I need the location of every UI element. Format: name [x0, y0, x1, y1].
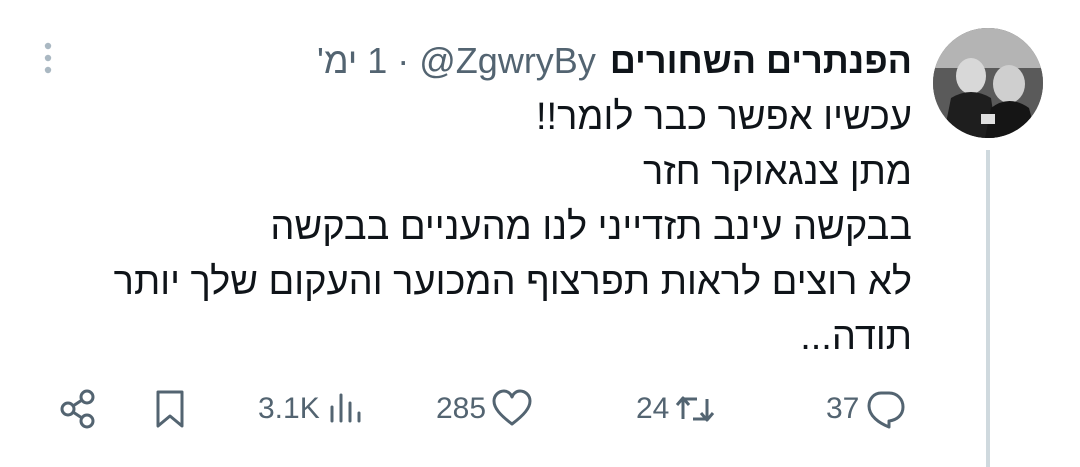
author-name[interactable]: הפנתרים השחורים: [610, 40, 912, 82]
avatar[interactable]: [933, 28, 1043, 138]
timestamp[interactable]: 1 ימ': [317, 40, 387, 82]
bookmark-button[interactable]: [148, 387, 192, 431]
replies-count: 37: [826, 392, 860, 425]
share-icon: [60, 389, 95, 429]
separator-dot: ·: [397, 40, 410, 81]
action-bar: 3.1K 285 24 37: [50, 387, 930, 431]
tweet-header: הפנתרים השחורים @ZgwryBy · 1 ימ': [317, 36, 912, 86]
retweet-button[interactable]: 24: [636, 387, 717, 431]
reply-icon: [867, 391, 905, 429]
tweet-line: תודה...: [800, 316, 912, 358]
tweet-text: עכשיו אפשר כבר לומר!! מתן צנגאוקר חזר בב…: [52, 90, 912, 365]
retweet-icon: [676, 396, 715, 422]
tweet-line: עכשיו אפשר כבר לומר!!: [535, 96, 912, 138]
tweet: הפנתרים השחורים @ZgwryBy · 1 ימ' עכשיו א…: [0, 0, 1080, 467]
avatar-photo: [933, 28, 1043, 138]
reply-button[interactable]: 37: [826, 387, 907, 431]
retweets-count: 24: [636, 392, 670, 425]
views-button[interactable]: 3.1K: [258, 387, 368, 431]
tweet-line: לא רוצים לראות תפרצוף המכוער והעקום שלך …: [113, 261, 912, 303]
tweet-line: בבקשה עינב תזדייני לנו מהעניים בבקשה: [270, 206, 912, 248]
bookmark-icon: [156, 390, 184, 428]
views-count: 3.1K: [258, 392, 320, 425]
share-button[interactable]: [56, 387, 100, 431]
more-button[interactable]: [36, 38, 60, 78]
author-handle[interactable]: @ZgwryBy: [419, 40, 596, 82]
thread-line: [986, 150, 990, 467]
heart-icon: [492, 389, 532, 426]
views-chart-icon: [330, 393, 361, 423]
likes-count: 285: [436, 392, 487, 425]
tweet-line: מתן צנגאוקר חזר: [643, 151, 912, 193]
more-vertical-icon: [44, 42, 52, 74]
like-button[interactable]: 285: [436, 387, 534, 431]
